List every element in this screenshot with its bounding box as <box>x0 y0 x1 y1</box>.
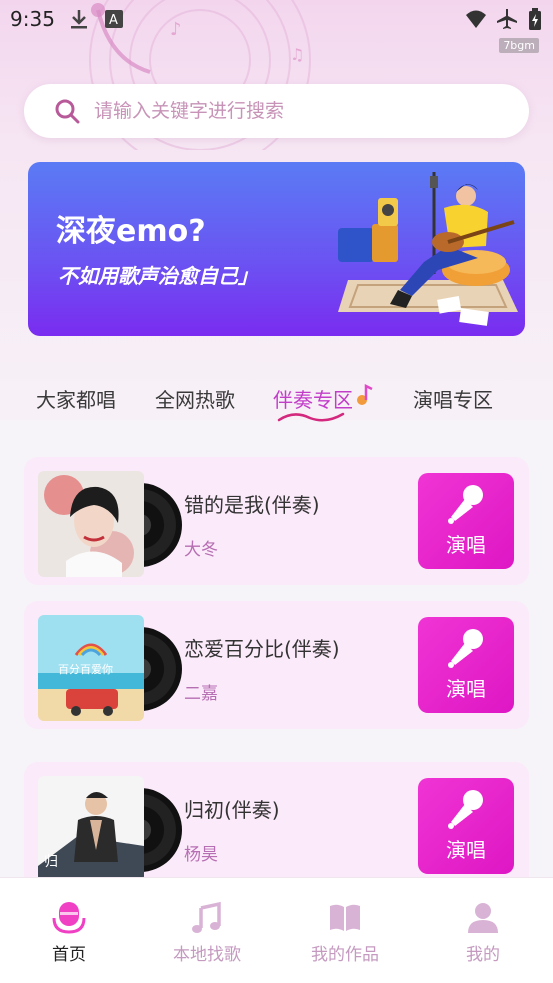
download-icon <box>71 10 87 29</box>
cover-image: 百分百爱你 <box>38 615 144 721</box>
nav-profile-label: 我的 <box>466 945 500 965</box>
nav-my-works[interactable]: 我的作品 <box>276 878 414 983</box>
song-card[interactable]: 归 归初(伴奏) 杨昊 演唱 <box>24 762 529 890</box>
promo-banner[interactable]: 深夜emo? 不如用歌声治愈自己」 <box>28 162 525 336</box>
banner-subtitle: 不如用歌声治愈自己」 <box>58 264 258 288</box>
search-input[interactable] <box>94 84 514 138</box>
song-title: 错的是我(伴奏) <box>184 493 320 517</box>
tab-hot-songs[interactable]: 全网热歌 <box>155 384 235 413</box>
music-note-icon <box>192 901 221 933</box>
song-artist: 大冬 <box>184 540 218 560</box>
watermark-badge: 7bgm <box>499 38 539 53</box>
cover-image <box>38 471 144 577</box>
song-artist: 杨昊 <box>184 845 218 865</box>
banner-title: 深夜emo? <box>56 214 206 249</box>
album-art <box>38 471 182 577</box>
tab-accompaniment[interactable]: 伴奏专区 <box>273 384 353 413</box>
microphone-icon <box>448 790 483 829</box>
sing-button[interactable]: 演唱 <box>418 473 514 569</box>
search-icon <box>55 99 80 124</box>
svg-text:A: A <box>109 13 118 28</box>
status-bar: 9:35 A 7bgm <box>0 0 553 53</box>
nav-home-label: 首页 <box>52 945 86 965</box>
svg-text:百分百爱你: 百分百爱你 <box>58 663 113 676</box>
svg-text:♫: ♫ <box>290 45 304 64</box>
album-art: 百分百爱你 <box>38 615 182 721</box>
sing-button-label: 演唱 <box>446 533 486 557</box>
song-artist: 二嘉 <box>184 684 218 704</box>
song-card[interactable]: 百分百爱你 恋爱百分比(伴奏) 二嘉 演唱 <box>24 601 529 729</box>
nav-local-songs-label: 本地找歌 <box>173 945 241 965</box>
sing-button-label: 演唱 <box>446 677 486 701</box>
sing-button-label: 演唱 <box>446 838 486 862</box>
battery-icon <box>529 8 541 30</box>
search-bar[interactable] <box>24 84 529 138</box>
microphone-icon <box>52 902 86 934</box>
category-tabs: 大家都唱 全网热歌 伴奏专区 演唱专区 <box>0 378 553 438</box>
song-card[interactable]: 错的是我(伴奏) 大冬 演唱 <box>24 457 529 585</box>
tab-everyone-sings[interactable]: 大家都唱 <box>36 384 116 413</box>
guitar-player-illustration <box>338 172 518 326</box>
font-icon: A <box>105 10 123 28</box>
airplane-mode-icon <box>497 9 517 29</box>
cover-image: 归 <box>38 776 144 882</box>
active-tab-indicator <box>277 412 345 422</box>
bottom-navigation: 首页 本地找歌 我的作品 我的 <box>0 877 553 983</box>
tab-singing[interactable]: 演唱专区 <box>413 384 493 413</box>
music-note-icon <box>357 384 373 405</box>
song-title: 恋爱百分比(伴奏) <box>184 637 340 661</box>
sing-button[interactable]: 演唱 <box>418 778 514 874</box>
nav-home[interactable]: 首页 <box>0 878 138 983</box>
wifi-icon <box>466 10 486 28</box>
nav-my-works-label: 我的作品 <box>311 945 379 965</box>
svg-text:归: 归 <box>44 853 58 870</box>
sing-button[interactable]: 演唱 <box>418 617 514 713</box>
album-art: 归 <box>38 776 182 882</box>
microphone-icon <box>448 485 483 524</box>
status-time: 9:35 <box>10 7 55 31</box>
user-icon <box>468 903 498 933</box>
nav-profile[interactable]: 我的 <box>414 878 552 983</box>
microphone-icon <box>448 629 483 668</box>
nav-local-songs[interactable]: 本地找歌 <box>138 878 276 983</box>
song-title: 归初(伴奏) <box>184 798 280 822</box>
book-icon <box>330 904 360 931</box>
